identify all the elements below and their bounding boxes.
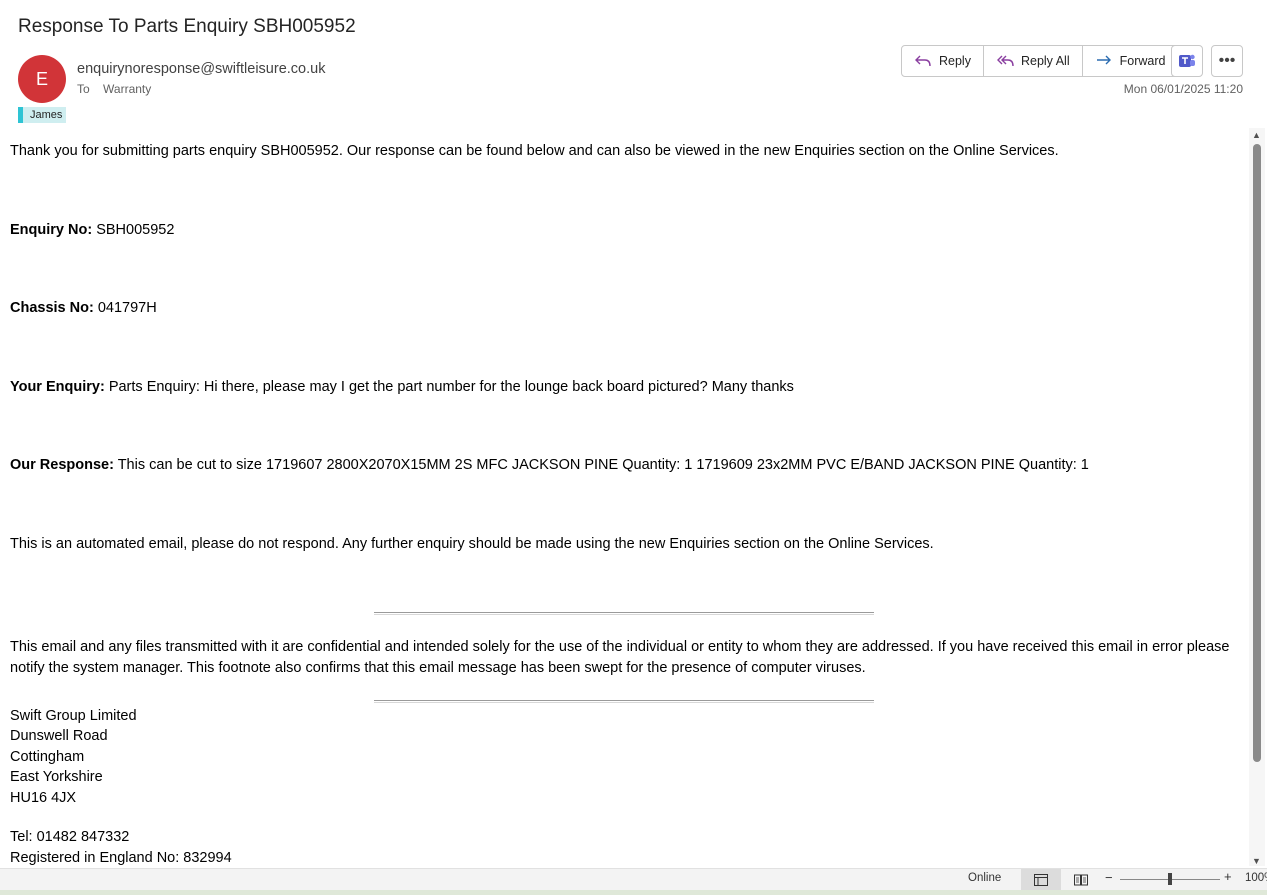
address-line: Cottingham xyxy=(10,749,85,765)
scroll-down-icon[interactable]: ▼ xyxy=(1252,856,1261,866)
divider-bottom xyxy=(374,700,874,703)
zoom-slider-thumb[interactable] xyxy=(1168,873,1172,885)
sender-avatar[interactable]: E xyxy=(18,55,66,103)
chassis-no-label: Chassis No: xyxy=(10,300,94,316)
scroll-up-icon[interactable]: ▲ xyxy=(1252,130,1261,140)
teams-share-button[interactable] xyxy=(1171,45,1203,77)
forward-button[interactable]: Forward xyxy=(1083,46,1178,76)
zoom-in-button[interactable]: + xyxy=(1224,869,1232,884)
enquiry-no-label: Enquiry No: xyxy=(10,222,93,238)
enquiry-no-value: SBH005952 xyxy=(92,222,175,238)
normal-view-icon xyxy=(1034,873,1048,886)
more-options-button[interactable]: ••• xyxy=(1211,45,1243,77)
window-bottom-edge xyxy=(0,890,1267,895)
reply-actions: Reply Reply All Forward xyxy=(901,45,1179,77)
your-enquiry-line: Your Enquiry: Parts Enquiry: Hi there, p… xyxy=(10,379,794,395)
telephone-line: Tel: 01482 847332 xyxy=(10,829,130,845)
vertical-scrollbar[interactable]: ▲ ▼ xyxy=(1249,128,1265,866)
registration-line: Registered in England No: 832994 xyxy=(10,850,232,866)
connection-status: Online xyxy=(968,872,1002,884)
normal-view-button[interactable] xyxy=(1021,869,1061,890)
our-response-line: Our Response: This can be cut to size 17… xyxy=(10,457,1089,473)
recipient-name[interactable]: Warranty xyxy=(103,82,151,96)
recipient-line: To Warranty xyxy=(77,82,151,96)
sender-address[interactable]: enquirynoresponse@swiftleisure.co.uk xyxy=(77,61,325,77)
enquiry-no-line: Enquiry No: SBH005952 xyxy=(10,222,174,238)
more-icon: ••• xyxy=(1218,52,1236,69)
forward-icon xyxy=(1096,55,1111,65)
zoom-level[interactable]: 100% xyxy=(1245,872,1267,884)
automated-notice: This is an automated email, please do no… xyxy=(10,536,934,552)
forward-label: Forward xyxy=(1119,54,1166,68)
address-line: Dunswell Road xyxy=(10,728,108,744)
divider-top xyxy=(374,612,874,615)
reading-view-icon xyxy=(1074,874,1088,885)
your-enquiry-value: Parts Enquiry: Hi there, please may I ge… xyxy=(104,379,794,395)
intro-paragraph: Thank you for submitting parts enquiry S… xyxy=(10,143,1059,159)
category-tag[interactable]: James xyxy=(18,107,67,123)
reply-all-icon xyxy=(996,55,1014,67)
disclaimer-paragraph: This email and any files transmitted wit… xyxy=(10,639,1230,676)
reply-button[interactable]: Reply xyxy=(902,46,984,76)
teams-icon xyxy=(1179,54,1195,67)
chassis-no-line: Chassis No: 041797H xyxy=(10,300,157,316)
your-enquiry-label: Your Enquiry: xyxy=(10,379,105,395)
reply-label: Reply xyxy=(939,54,971,68)
received-datetime: Mon 06/01/2025 11:20 xyxy=(1123,82,1243,96)
address-line: HU16 4JX xyxy=(10,790,77,806)
address-line: East Yorkshire xyxy=(10,769,103,785)
reply-icon xyxy=(915,55,931,67)
status-bar: Online − + 100% xyxy=(0,868,1267,890)
reading-view-button[interactable] xyxy=(1070,869,1092,890)
scroll-thumb[interactable] xyxy=(1253,144,1261,762)
our-response-label: Our Response: xyxy=(10,457,114,473)
to-label: To xyxy=(77,82,90,96)
reply-all-label: Reply All xyxy=(1020,54,1070,68)
address-line: Swift Group Limited xyxy=(10,708,137,724)
chassis-no-value: 041797H xyxy=(93,300,157,316)
our-response-value: This can be cut to size 1719607 2800X207… xyxy=(113,457,1089,473)
email-subject: Response To Parts Enquiry SBH005952 xyxy=(18,16,356,37)
zoom-out-button[interactable]: − xyxy=(1105,870,1113,885)
reply-all-button[interactable]: Reply All xyxy=(984,46,1083,76)
